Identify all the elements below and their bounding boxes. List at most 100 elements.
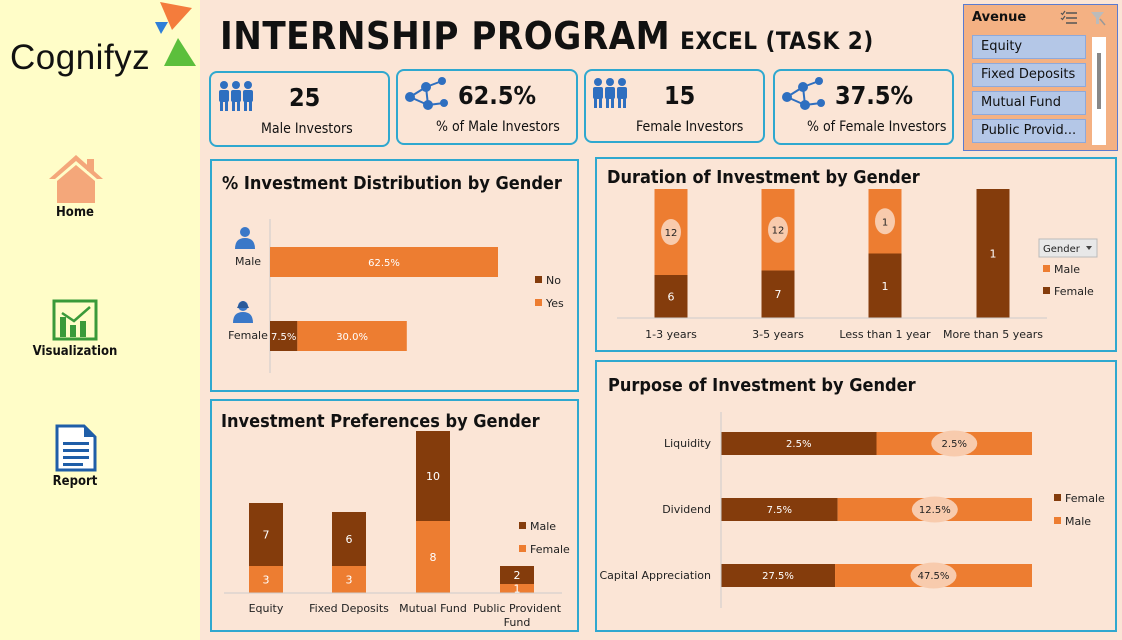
slicer-item-equity[interactable]: Equity <box>972 35 1086 59</box>
data-label: 12.5% <box>919 505 951 516</box>
legend-label: Yes <box>545 297 564 310</box>
female-person-icon <box>237 301 249 308</box>
legend-label: Female <box>1065 492 1105 505</box>
data-label: 7.5% <box>767 505 792 516</box>
category-label: Female <box>228 329 268 342</box>
sidebar: Cognifyz Home Visualization Report <box>0 0 200 640</box>
category-label: 1-3 years <box>645 328 697 341</box>
slicer-item-fixed-deposits[interactable]: Fixed Deposits <box>972 63 1086 87</box>
kpi-male-percent: 62.5% % of Male Investors <box>396 69 578 145</box>
category-label: Fixed Deposits <box>309 602 389 615</box>
data-label: 2.5% <box>942 439 967 450</box>
data-label: 12 <box>665 228 678 239</box>
kpi-label: Male Investors <box>261 121 353 137</box>
logo-text: Cognifyz <box>10 38 151 77</box>
slicer-item-public-provident[interactable]: Public Provid... <box>972 119 1086 143</box>
slicer-item-mutual-fund[interactable]: Mutual Fund <box>972 91 1086 115</box>
slicer-title: Avenue <box>972 10 1027 25</box>
data-label: 6 <box>668 291 675 304</box>
kpi-label: % of Male Investors <box>436 119 560 135</box>
kpi-value: 37.5% <box>835 81 914 110</box>
category-label: More than 5 years <box>943 328 1043 341</box>
data-label: 7.5% <box>271 332 296 343</box>
legend-swatch <box>1054 494 1061 501</box>
distribution-chart: 62.5% Male 7.5% 30.0% Female No Yes <box>228 219 564 373</box>
legend-label: Female <box>1054 285 1094 298</box>
clear-filter-icon[interactable] <box>1090 10 1106 26</box>
data-label: 2 <box>514 569 521 582</box>
data-label: 3 <box>346 574 353 587</box>
data-label: 3 <box>263 574 270 587</box>
category-label: Mutual Fund <box>399 602 467 615</box>
duration-chart: 6 12 1-3 years 7 12 3-5 years 1 1 Less than 1 ye… <box>617 189 1098 341</box>
legend-swatch <box>519 545 526 552</box>
panel-duration: Duration of Investment by Gender 6 12 1-3 … <box>595 157 1117 352</box>
network-icon <box>782 77 825 110</box>
nav-label: Visualization <box>32 344 118 359</box>
category-label: Dividend <box>662 503 711 516</box>
slicer-scroll-thumb[interactable] <box>1097 53 1101 109</box>
legend-swatch <box>1043 265 1050 272</box>
legend-label: No <box>546 274 561 287</box>
report-icon <box>55 424 97 472</box>
data-label: 1 <box>882 280 889 293</box>
purpose-chart: 2.5% 2.5% Liquidity 7.5% 12.5% Dividend 27.5% 4… <box>599 412 1105 608</box>
category-label: Male <box>235 255 261 268</box>
nav-label: Home <box>56 205 94 220</box>
panel-purpose: Purpose of Investment by Gender 2.5% 2.5%… <box>595 360 1117 632</box>
kpi-female-investors: 15 Female Investors <box>584 69 765 143</box>
data-label: 30.0% <box>336 332 368 343</box>
data-label: 1 <box>514 583 521 596</box>
legend-title: Gender <box>1043 244 1081 255</box>
legend-label: Male <box>1065 515 1091 528</box>
data-label: 6 <box>346 533 353 546</box>
category-label: 3-5 years <box>752 328 804 341</box>
kpi-male-investors: 25 Male Investors <box>209 71 390 147</box>
data-label: 1 <box>882 217 888 228</box>
kpi-label: Female Investors <box>636 119 744 135</box>
kpi-female-percent: 37.5% % of Female Investors <box>773 69 954 145</box>
data-label: 47.5% <box>918 571 950 582</box>
data-label: 62.5% <box>368 258 400 269</box>
male-person-icon <box>240 227 250 237</box>
logo-triangles-icon <box>155 2 196 66</box>
data-label: 8 <box>430 551 437 564</box>
nav-label: Report <box>52 474 98 489</box>
male-person-icon <box>235 238 255 249</box>
title-sub: EXCEL (TASK 2) <box>680 27 874 55</box>
data-label: 2.5% <box>786 439 811 450</box>
data-label: 27.5% <box>762 571 794 582</box>
avenue-slicer: Avenue Equity Fixed Deposits Mutual Fund… <box>963 4 1118 151</box>
category-label: Less than 1 year <box>839 328 931 341</box>
data-label: 1 <box>990 248 997 261</box>
kpi-value: 62.5% <box>458 81 537 110</box>
chart-icon <box>52 299 98 341</box>
legend-label: Female <box>530 543 570 556</box>
kpi-value: 25 <box>289 83 321 112</box>
data-label: 10 <box>426 470 440 483</box>
page-title: INTERNSHIP PROGRAM EXCEL (TASK 2) <box>220 14 874 58</box>
data-label: 12 <box>772 226 785 237</box>
data-label: 7 <box>263 529 270 542</box>
legend-label: Male <box>530 520 556 533</box>
multi-select-icon[interactable] <box>1060 10 1078 26</box>
preferences-chart: 3 7 Equity 3 6 Fixed Deposits 8 10 Mutual Fund 12… <box>224 431 570 629</box>
panel-preferences: Investment Preferences by Gender 3 7 Equit… <box>210 399 579 632</box>
data-label: 7 <box>775 288 782 301</box>
legend-label: Male <box>1054 263 1080 276</box>
network-icon <box>405 77 448 110</box>
legend-swatch <box>535 276 542 283</box>
category-label: Equity <box>249 602 284 615</box>
category-label: Capital Appreciation <box>599 569 711 582</box>
legend-swatch <box>1054 517 1061 524</box>
home-icon <box>49 155 103 203</box>
slicer-scrollbar[interactable] <box>1092 37 1106 145</box>
legend-swatch <box>535 299 542 306</box>
category-label: Fund <box>504 616 531 629</box>
panel-distribution: % Investment Distribution by Gender 62.5… <box>210 159 579 392</box>
legend-swatch <box>1043 287 1050 294</box>
category-label: Liquidity <box>664 437 712 450</box>
legend-swatch <box>519 522 526 529</box>
group-icon <box>593 78 627 108</box>
kpi-value: 15 <box>664 81 696 110</box>
